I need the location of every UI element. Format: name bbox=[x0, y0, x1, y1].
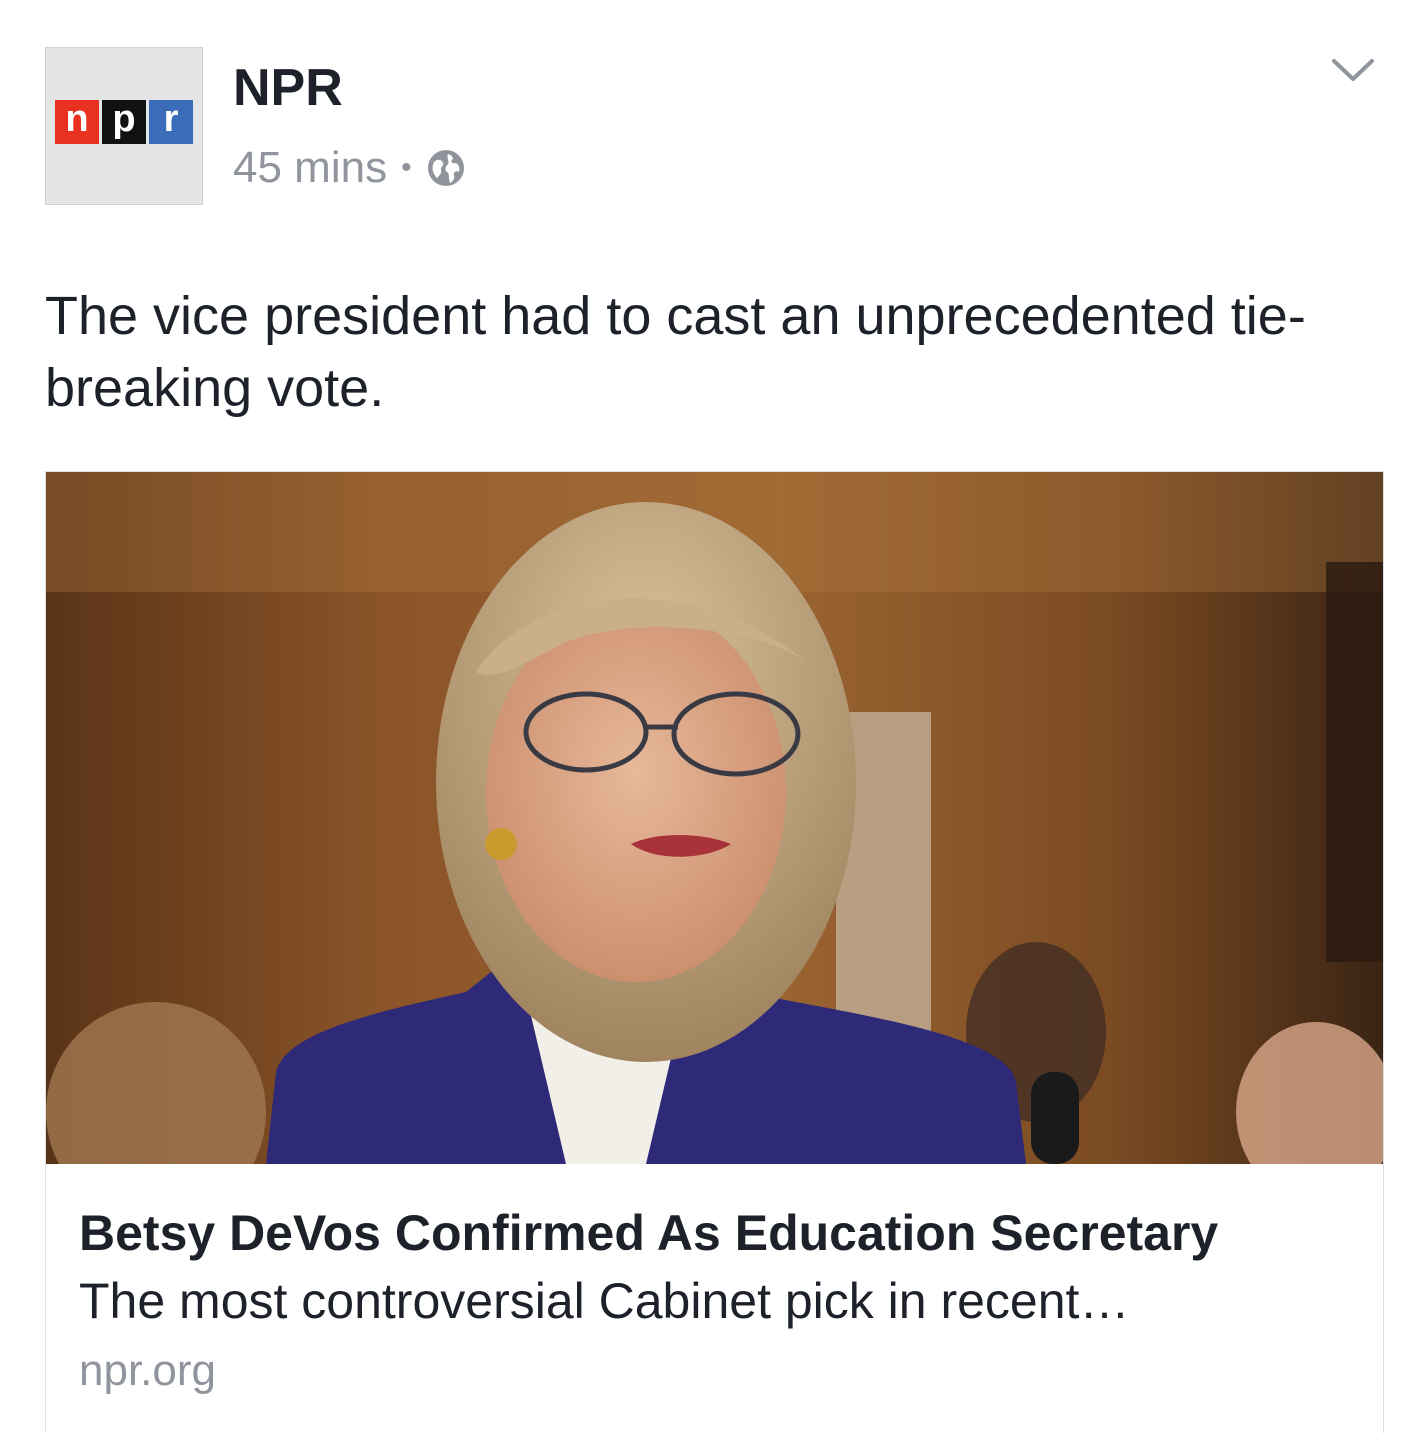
page-name-link[interactable]: NPR bbox=[233, 62, 343, 114]
post-meta: 45 mins • bbox=[233, 146, 466, 190]
chevron-down-icon[interactable] bbox=[1330, 55, 1376, 85]
npr-logo: n p r bbox=[55, 100, 193, 144]
link-description[interactable]: The most controversial Cabinet pick in r… bbox=[79, 1266, 1239, 1336]
post-timestamp[interactable]: 45 mins bbox=[233, 146, 387, 190]
page-avatar[interactable]: n p r bbox=[45, 47, 203, 205]
globe-icon[interactable] bbox=[426, 148, 466, 188]
link-preview-image[interactable] bbox=[46, 472, 1384, 1164]
post-message: The vice president had to cast an unprec… bbox=[45, 286, 1306, 418]
link-title[interactable]: Betsy DeVos Confirmed As Education Secre… bbox=[79, 1200, 1349, 1266]
link-preview-card[interactable]: Betsy DeVos Confirmed As Education Secre… bbox=[45, 471, 1384, 1433]
link-preview-text[interactable]: Betsy DeVos Confirmed As Education Secre… bbox=[79, 1200, 1349, 1406]
meta-separator: • bbox=[401, 151, 412, 184]
feed-post: n p r NPR 45 mins • The vice president h… bbox=[0, 0, 1416, 1440]
npr-logo-p: p bbox=[102, 100, 146, 144]
link-domain: npr.org bbox=[79, 1346, 216, 1395]
npr-logo-r: r bbox=[149, 100, 193, 144]
npr-logo-n: n bbox=[55, 100, 99, 144]
